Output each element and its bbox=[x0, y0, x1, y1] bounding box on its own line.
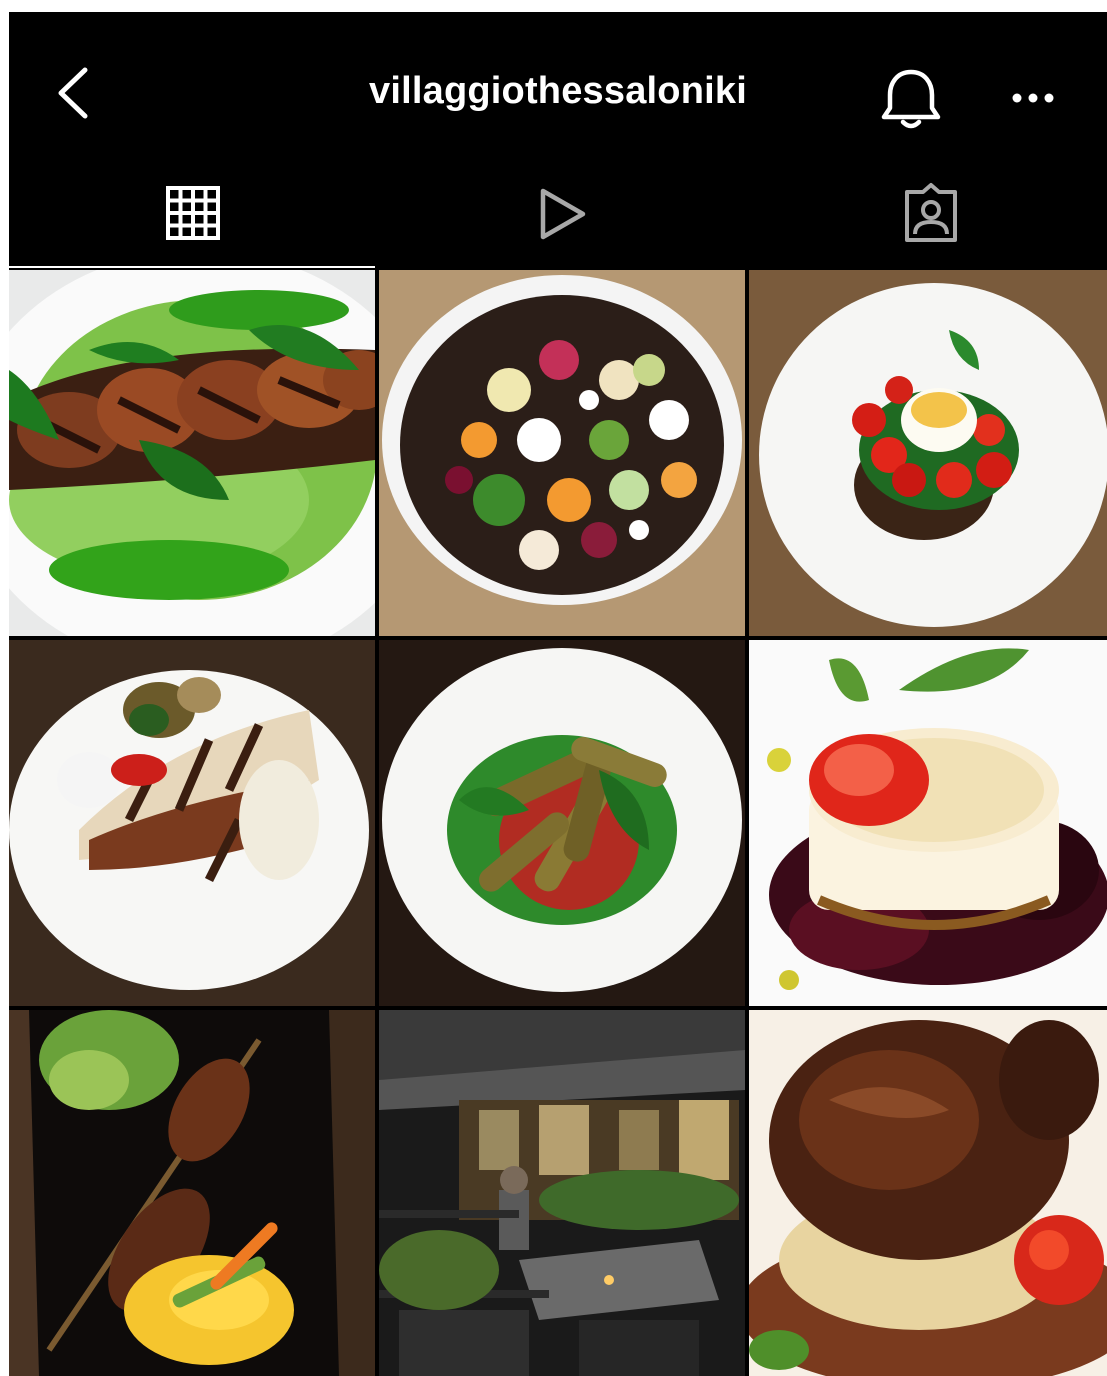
food-photo-image bbox=[379, 270, 745, 636]
bell-icon bbox=[881, 69, 941, 129]
post-thumbnail-4[interactable] bbox=[9, 640, 375, 1006]
profile-screen: villaggiothessaloniki bbox=[9, 12, 1107, 1376]
post-thumbnail-3[interactable] bbox=[749, 270, 1107, 636]
grid-icon bbox=[166, 186, 220, 240]
food-photo-image bbox=[379, 640, 745, 1006]
food-photo-image bbox=[9, 270, 375, 636]
active-tab-indicator bbox=[9, 266, 375, 268]
tagged-person-icon bbox=[905, 183, 957, 242]
post-thumbnail-7[interactable] bbox=[9, 1010, 375, 1376]
tab-posts[interactable] bbox=[9, 172, 375, 268]
notifications-button[interactable] bbox=[875, 64, 947, 136]
food-photo-image bbox=[749, 640, 1107, 1006]
profile-tabs bbox=[9, 172, 1107, 268]
food-photo-image bbox=[749, 270, 1107, 636]
tab-reels[interactable] bbox=[375, 172, 741, 268]
restaurant-photo-image bbox=[379, 1010, 745, 1376]
post-thumbnail-9[interactable] bbox=[749, 1010, 1107, 1376]
food-photo-image bbox=[9, 1010, 375, 1376]
posts-grid bbox=[9, 270, 1107, 1376]
food-photo-image bbox=[9, 640, 375, 1006]
more-options-button[interactable] bbox=[1005, 78, 1061, 118]
play-icon bbox=[540, 188, 586, 240]
ellipsis-icon bbox=[1012, 93, 1054, 103]
post-thumbnail-1[interactable] bbox=[9, 270, 375, 636]
post-thumbnail-8[interactable] bbox=[379, 1010, 745, 1376]
post-thumbnail-6[interactable] bbox=[749, 640, 1107, 1006]
food-photo-image bbox=[749, 1010, 1107, 1376]
tab-tagged[interactable] bbox=[741, 172, 1107, 268]
post-thumbnail-2[interactable] bbox=[379, 270, 745, 636]
post-thumbnail-5[interactable] bbox=[379, 640, 745, 1006]
top-bar: villaggiothessaloniki bbox=[9, 12, 1107, 172]
